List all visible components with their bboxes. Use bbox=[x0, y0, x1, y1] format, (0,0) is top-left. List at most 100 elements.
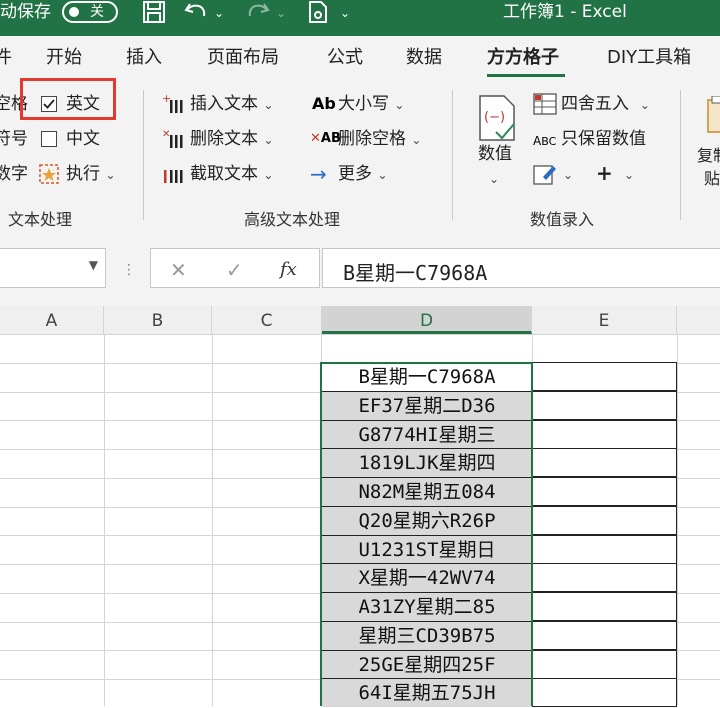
group-label-text: 文本处理 bbox=[8, 210, 73, 229]
round-label: 四舍五入 bbox=[561, 94, 629, 114]
case-label: 大小写 bbox=[338, 94, 389, 114]
svg-text:+: + bbox=[162, 93, 171, 105]
fx-icon[interactable]: fx bbox=[280, 259, 297, 281]
extract-text-label: 截取文本 bbox=[190, 164, 258, 184]
redo-dropdown-icon[interactable]: ⌄ bbox=[276, 0, 286, 26]
undo-dropdown-icon[interactable]: ⌄ bbox=[214, 0, 224, 26]
copy-label[interactable]: 复制 bbox=[697, 145, 720, 167]
tab-diy-toolbox[interactable]: DIY工具箱 bbox=[607, 36, 691, 80]
save-icon[interactable] bbox=[142, 0, 166, 26]
remove-space-button[interactable]: 删除空格 ⌄ bbox=[338, 128, 421, 151]
remove-space-icon-mark: ✕ bbox=[310, 131, 321, 146]
keep-value-icon[interactable]: ABC bbox=[533, 130, 556, 153]
ribbon-tabs: 件 开始 插入 页面布局 公式 数据 方方格子 DIY工具箱 bbox=[0, 36, 720, 78]
extract-text-button[interactable]: 截取文本 ⌄ bbox=[190, 163, 273, 186]
execute-label: 执行 bbox=[66, 164, 100, 184]
table-cell-e[interactable] bbox=[532, 362, 677, 391]
chevron-down-icon: ⌄ bbox=[263, 98, 274, 112]
table-cell-e[interactable] bbox=[532, 650, 677, 679]
paste-icon[interactable] bbox=[706, 95, 720, 142]
case-icon[interactable]: Ab bbox=[312, 93, 336, 115]
autosave-toggle[interactable]: 关 bbox=[62, 1, 118, 23]
highlight-box bbox=[20, 78, 116, 120]
edit-icon[interactable] bbox=[533, 163, 557, 191]
print-preview-icon[interactable] bbox=[306, 0, 330, 26]
tab-file[interactable]: 件 bbox=[0, 36, 12, 80]
tab-home[interactable]: 开始 bbox=[46, 36, 82, 80]
cancel-icon[interactable]: ✕ bbox=[170, 259, 187, 281]
toggle-knob bbox=[69, 7, 79, 17]
column-header-a[interactable]: A bbox=[0, 306, 104, 334]
table-cell-e[interactable] bbox=[532, 420, 677, 449]
autosave-state: 关 bbox=[90, 4, 104, 20]
svg-text:(−): (−) bbox=[484, 110, 505, 125]
execute-button[interactable]: 执行 ⌄ bbox=[66, 163, 115, 186]
chevron-down-icon[interactable]: ⌄ bbox=[489, 168, 499, 190]
remove-space-icon[interactable]: ✕AB bbox=[310, 128, 341, 150]
insert-text-button[interactable]: 插入文本 ⌄ bbox=[190, 93, 273, 116]
column-header-b[interactable]: B bbox=[104, 306, 212, 334]
delete-text-button[interactable]: 删除文本 ⌄ bbox=[190, 128, 273, 151]
column-header-d[interactable]: D bbox=[322, 306, 532, 334]
grid-row-line bbox=[0, 334, 720, 335]
chevron-down-icon: ⌄ bbox=[105, 168, 116, 182]
table-cell-e[interactable] bbox=[532, 477, 677, 506]
table-cell-e[interactable] bbox=[532, 506, 677, 535]
chevron-down-icon[interactable]: ⌄ bbox=[624, 164, 634, 186]
chevron-down-icon[interactable]: ⌄ bbox=[563, 164, 573, 186]
more-options-icon[interactable]: ⋮ bbox=[122, 259, 136, 281]
table-cell-e[interactable] bbox=[532, 592, 677, 621]
round-button[interactable]: 四舍五入 ⌄ bbox=[561, 93, 650, 116]
svg-text:✕: ✕ bbox=[162, 129, 170, 140]
group-divider bbox=[452, 90, 453, 220]
table-cell-e[interactable] bbox=[532, 535, 677, 564]
active-tab-indicator bbox=[487, 74, 565, 77]
round-icon[interactable] bbox=[533, 93, 557, 121]
table-cell-e[interactable] bbox=[532, 391, 677, 420]
delete-text-icon[interactable]: ✕ bbox=[162, 128, 184, 156]
execute-icon[interactable] bbox=[38, 163, 60, 191]
arrow-right-icon[interactable]: → bbox=[310, 163, 327, 185]
group-divider bbox=[680, 90, 681, 220]
quick-access-dropdown-icon[interactable]: ⌄ bbox=[340, 0, 350, 26]
chinese-checkbox[interactable] bbox=[41, 131, 57, 147]
more-button[interactable]: 更多 ⌄ bbox=[338, 163, 387, 186]
tab-data[interactable]: 数据 bbox=[406, 36, 442, 80]
option-symbol[interactable]: 符号 bbox=[0, 128, 28, 150]
group-divider bbox=[143, 90, 144, 220]
group-label-advanced-text: 高级文本处理 bbox=[244, 210, 341, 229]
group-label-numeric: 数值录入 bbox=[530, 210, 595, 229]
column-header-c[interactable]: C bbox=[212, 306, 322, 334]
formula-text: B星期一C7968A bbox=[343, 261, 488, 285]
extract-text-icon[interactable] bbox=[162, 163, 184, 191]
table-cell-e[interactable] bbox=[532, 678, 677, 707]
chevron-down-icon: ⌄ bbox=[377, 168, 388, 182]
document-title: 工作簿1 - Excel bbox=[503, 2, 627, 22]
case-button[interactable]: 大小写 ⌄ bbox=[338, 93, 404, 116]
column-header-f[interactable] bbox=[677, 306, 720, 334]
enter-icon[interactable]: ✓ bbox=[226, 259, 243, 281]
undo-icon[interactable] bbox=[184, 0, 210, 26]
tab-formulas[interactable]: 公式 bbox=[327, 36, 363, 80]
value-button-label[interactable]: 数值 bbox=[478, 143, 512, 165]
name-box[interactable]: ▼ bbox=[0, 248, 106, 288]
paste-label[interactable]: 贴 bbox=[704, 168, 720, 190]
name-box-dropdown-icon[interactable]: ▼ bbox=[89, 258, 98, 272]
chevron-down-icon: ⌄ bbox=[639, 98, 650, 112]
more-label: 更多 bbox=[338, 164, 372, 184]
column-header-e[interactable]: E bbox=[532, 306, 677, 334]
table-cell-e[interactable] bbox=[532, 448, 677, 477]
chinese-label[interactable]: 中文 bbox=[66, 128, 100, 150]
table-cell-e[interactable] bbox=[532, 621, 677, 650]
formula-input[interactable]: B星期一C7968A bbox=[322, 248, 720, 288]
tab-insert[interactable]: 插入 bbox=[126, 36, 162, 80]
insert-text-icon[interactable]: + bbox=[162, 92, 184, 121]
value-icon[interactable]: (−) bbox=[474, 94, 520, 148]
keep-value-button[interactable]: 只保留数值 bbox=[561, 128, 646, 150]
tab-page-layout[interactable]: 页面布局 bbox=[207, 36, 279, 80]
plus-button[interactable]: + bbox=[596, 162, 613, 184]
title-bar: 动保存 关 ⌄ ⌄ ⌄ 工作簿1 - Excel bbox=[0, 0, 720, 36]
table-cell-e[interactable] bbox=[532, 563, 677, 592]
redo-icon[interactable] bbox=[244, 0, 270, 26]
option-number[interactable]: 数字 bbox=[0, 163, 28, 185]
